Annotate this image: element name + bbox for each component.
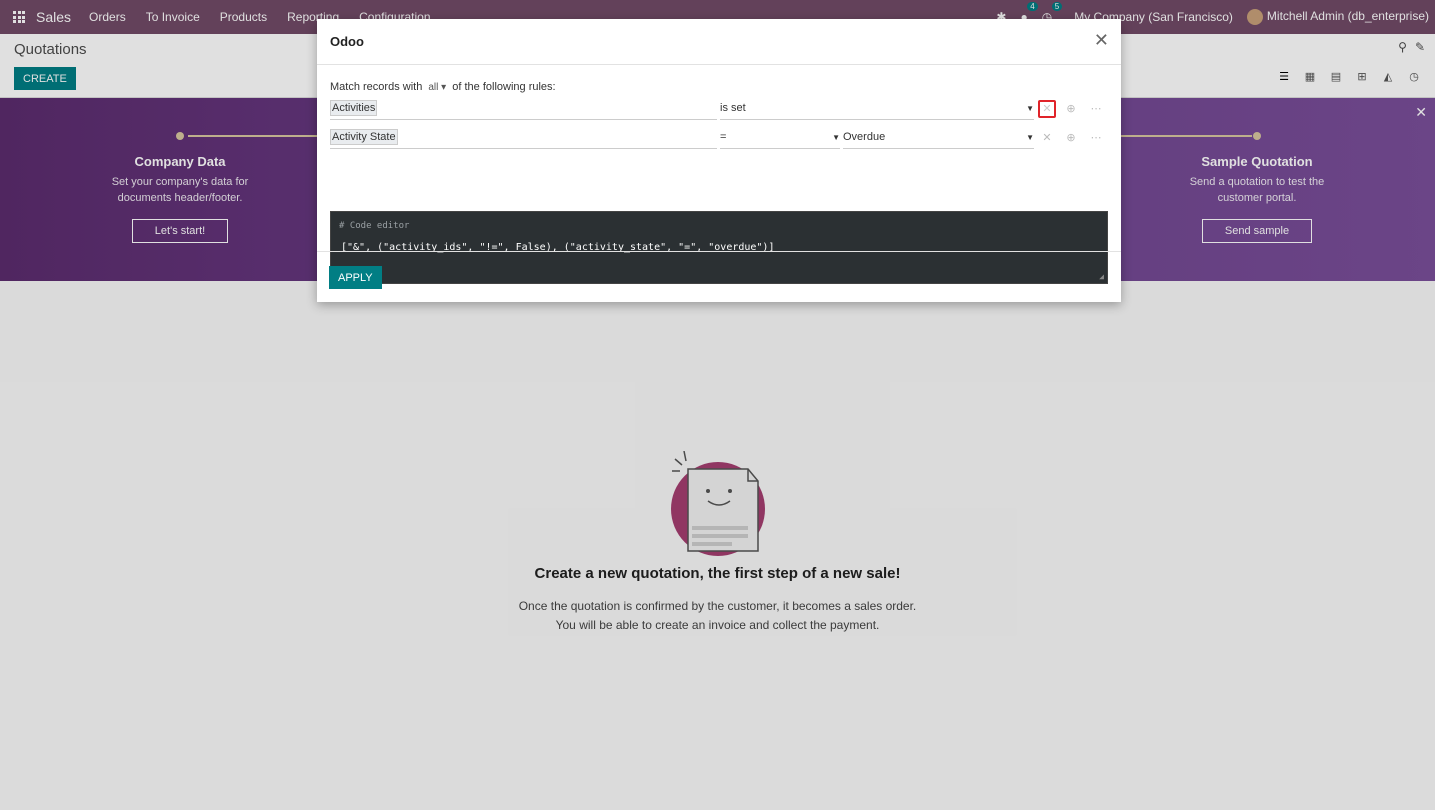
rule-operator-value: is set <box>720 102 746 114</box>
apply-button[interactable]: APPLY <box>329 266 382 289</box>
caret-down-icon: ▼ <box>1026 104 1034 113</box>
match-line: Match records with all ▾ of the followin… <box>330 79 1108 95</box>
rule-operator-select[interactable]: is set ▼ <box>720 98 1034 120</box>
delete-rule-icon[interactable]: ✕ <box>1038 100 1056 118</box>
caret-down-icon: ▼ <box>832 133 840 142</box>
add-rule-icon[interactable]: ⊕ <box>1062 100 1080 118</box>
close-icon[interactable]: ✕ <box>1094 31 1109 49</box>
domain-rule: Activity State = ▼ Overdue ▼ ✕ ⊕ ⋯ <box>330 127 1110 149</box>
modal-footer: APPLY <box>317 251 1121 302</box>
code-editor-comment: # Code editor <box>339 221 410 231</box>
add-rule-icon[interactable]: ⊕ <box>1062 129 1080 147</box>
add-branch-icon[interactable]: ⋯ <box>1087 100 1105 118</box>
rule-field-selector[interactable]: Activity State <box>330 127 717 149</box>
match-suffix: of the following rules: <box>452 81 556 93</box>
rule-field-value: Activities <box>330 100 378 116</box>
add-branch-icon[interactable]: ⋯ <box>1087 129 1105 147</box>
rule-operator-value: = <box>720 131 727 143</box>
rule-operator-select[interactable]: = ▼ <box>720 127 840 149</box>
modal-title: Odoo <box>330 34 364 49</box>
rule-value: Overdue <box>843 131 886 143</box>
match-prefix: Match records with <box>330 81 423 93</box>
rule-field-value: Activity State <box>330 129 398 145</box>
rule-field-selector[interactable]: Activities <box>330 98 717 120</box>
modal-header: Odoo <box>317 19 1121 65</box>
chevron-down-icon: ▾ <box>441 82 447 93</box>
domain-rule: Activities is set ▼ ✕ ⊕ ⋯ <box>330 98 1110 120</box>
domain-editor-dialog: Odoo ✕ Match records with all ▾ of the f… <box>317 19 1121 302</box>
delete-rule-icon[interactable]: ✕ <box>1038 129 1056 147</box>
modal-body: Match records with all ▾ of the followin… <box>317 65 1121 284</box>
match-mode-value: all <box>428 82 439 93</box>
caret-down-icon: ▼ <box>1026 133 1034 142</box>
rule-value-select[interactable]: Overdue ▼ <box>843 127 1034 149</box>
match-mode-select[interactable]: all ▾ <box>428 80 446 96</box>
